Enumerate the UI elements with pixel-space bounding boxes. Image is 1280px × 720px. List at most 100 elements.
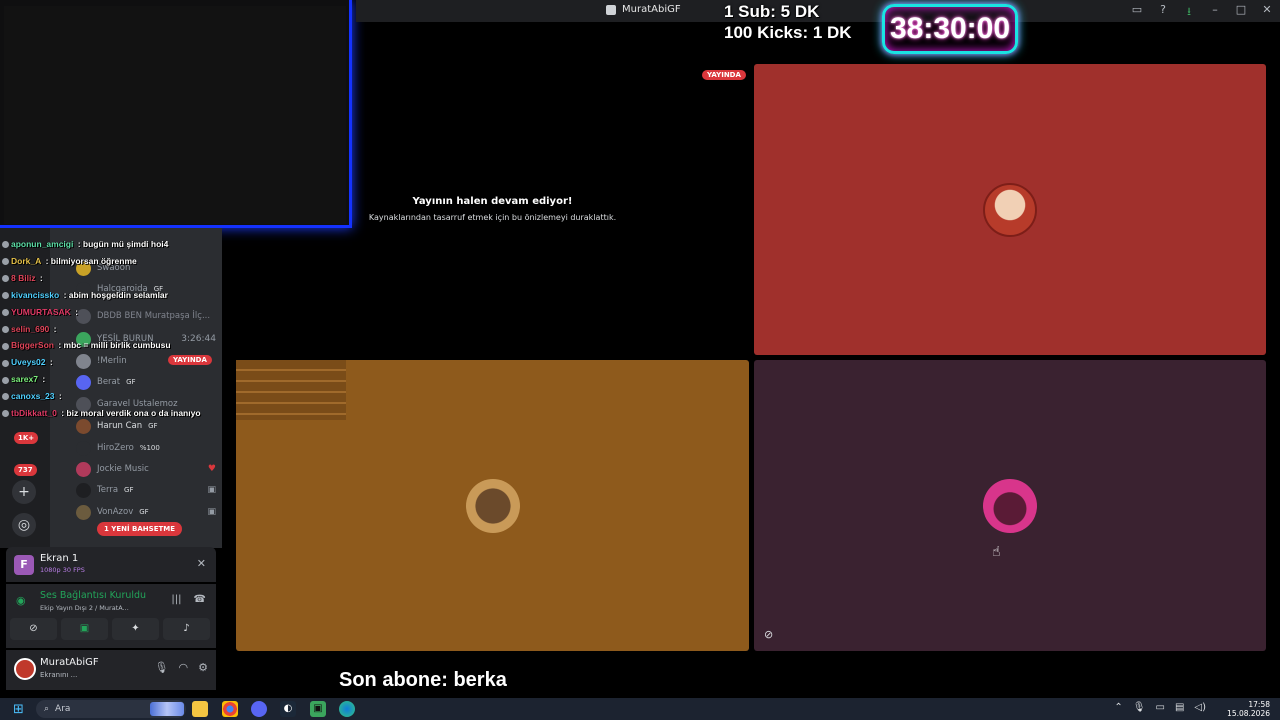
chat-message: Uveys02 : [2, 354, 227, 371]
chat-text: bilmiyorsan öğrenme [50, 255, 137, 266]
soundboard-button[interactable]: ♪ [163, 618, 210, 640]
avatar [76, 504, 91, 520]
chat-message: YUMURTASAK : [2, 304, 227, 321]
stream-panel: F Ekran 1 1080p 30 FPS ✕ [6, 547, 216, 582]
chat-message: kivancissko : abim hoşgeldin selamlar [2, 287, 227, 304]
avatar [76, 440, 91, 456]
chat-message: canoxs_23 : [2, 388, 227, 405]
chat-text: mbc = milli birlik cumbusu [63, 340, 171, 351]
member-tag: GF [139, 508, 149, 516]
chat-separator: : [56, 391, 62, 402]
chat-username: selin_690 [11, 323, 50, 334]
user-name: MuratAbiGF [40, 657, 99, 668]
screen: MuratAbiGF ▭ ? ⭳ – □ ✕ 1 Sub: 5 DK 100 K… [0, 0, 1280, 720]
activities-button[interactable]: ✦ [112, 618, 159, 640]
microphone-icon[interactable]: 🎙 [155, 661, 169, 674]
stream-title: Ekran 1 [40, 553, 79, 564]
user-panel: MuratAbiGF Ekranını ... 🎙 ◠ ⚙ [6, 650, 216, 690]
voice-channel[interactable]: Ekip Yayın Dışı 2 / MuratA... [40, 604, 129, 612]
paused-stream-tile[interactable]: Yayının halen devam ediyor! Kaynaklarınd… [236, 64, 749, 354]
avatar [466, 479, 520, 533]
chat-separator: : [61, 289, 69, 300]
platform-icon [2, 275, 9, 283]
member-tag: GF [124, 486, 134, 494]
disconnect-icon[interactable]: ☎ [194, 594, 206, 605]
discord-icon [606, 4, 616, 15]
platform-icon [2, 308, 9, 316]
avatar[interactable] [14, 658, 36, 680]
avatar [983, 479, 1037, 533]
screen-icon: F [14, 555, 34, 575]
member-name: VonAzov [97, 507, 134, 517]
chat-username: kivancissko [11, 289, 60, 300]
chat-message: tbDikkatt_0 : biz moral verdik ona o da … [2, 405, 227, 422]
member-name: Harun Can [97, 421, 143, 431]
steam-icon[interactable]: ◐ [280, 701, 296, 717]
window-controls: ▭ ? ⭳ – □ ✕ [1130, 3, 1274, 22]
clock-date: 15.08.2026 [1227, 709, 1270, 718]
avatar [983, 183, 1037, 237]
chat-separator: : [39, 374, 46, 385]
voice-controls: ||| ☎ [171, 594, 206, 605]
stop-stream-icon[interactable]: ✕ [197, 557, 206, 570]
window-title-text: MuratAbiGF [622, 4, 681, 15]
chat-username: sarex7 [11, 374, 38, 385]
screen-share-button[interactable]: ▣ [61, 618, 108, 640]
user-status: Ekranını ... [40, 671, 78, 679]
discord-icon[interactable] [251, 701, 267, 717]
maximize-button[interactable]: □ [1234, 3, 1248, 22]
subathon-rules: 1 Sub: 5 DK 100 Kicks: 1 DK [724, 1, 852, 43]
inbox-icon[interactable]: ▭ [1130, 3, 1144, 22]
obs-icon[interactable]: ▣ [310, 701, 326, 717]
platform-icon [2, 410, 9, 418]
display-icon[interactable]: ▭ [1156, 702, 1165, 713]
help-icon[interactable]: ? [1156, 3, 1170, 22]
participant-tile[interactable] [754, 64, 1266, 355]
minimize-button[interactable]: – [1208, 3, 1222, 22]
chat-username: BiggerSon [11, 340, 54, 351]
taskbar: ⊞ ⌕ Ara ◐ ▣ ⌃ 🎙 ▭ ▤ ◁) 17:58 15.08.2026 [0, 698, 1280, 720]
add-server-icon[interactable]: + [12, 480, 36, 504]
platform-icon [2, 291, 9, 299]
chat-username: canoxs_23 [11, 391, 55, 402]
windows-start-icon[interactable]: ⊞ [13, 702, 24, 717]
platform-icon [2, 359, 9, 367]
file-explorer-icon[interactable] [192, 701, 208, 717]
clock[interactable]: 17:58 15.08.2026 [1227, 700, 1270, 718]
platform-icon [2, 258, 9, 266]
headphones-icon[interactable]: ◠ [179, 661, 189, 674]
stream-chat-overlay: aponun_amcigi : bugün mü şimdi hoi4 Dork_… [2, 236, 227, 422]
chat-message: selin_690 : [2, 321, 227, 338]
camera-off-button[interactable]: ⊘ [10, 618, 57, 640]
deafened-icon: ⊘ [764, 628, 774, 641]
clock-time: 17:58 [1248, 700, 1270, 709]
volume-icon[interactable]: ◁) [1194, 702, 1206, 713]
gear-icon[interactable]: ⚙ [198, 661, 208, 674]
voice-panel: ◉ Ses Bağlantısı Kuruldu Ekip Yayın Dışı… [6, 584, 216, 648]
chevron-up-icon[interactable]: ⌃ [1114, 702, 1122, 713]
hand-cursor-icon: ☝ [992, 544, 1001, 560]
platform-icon [2, 342, 9, 350]
system-tray: ⌃ 🎙 ▭ ▤ ◁) [1114, 702, 1206, 713]
noise-suppression-icon[interactable]: ||| [171, 594, 181, 605]
chat-separator: : [51, 323, 57, 334]
edge-icon[interactable] [339, 701, 355, 717]
list-item[interactable]: HiroZero %100 [76, 438, 216, 458]
chat-message: BiggerSon : mbc = milli birlik cumbusu [2, 337, 227, 354]
chat-text: bugün mü şimdi hoi4 [82, 239, 169, 249]
download-icon[interactable]: ⭳ [1182, 3, 1196, 22]
participant-tile[interactable] [236, 360, 749, 651]
new-mention-button[interactable]: 1 YENİ BAHSETME [97, 522, 183, 536]
list-item[interactable]: VonAzov GF ▣ [76, 502, 216, 522]
chrome-icon[interactable] [222, 701, 238, 717]
participant-tile[interactable]: ⊘ [754, 360, 1266, 651]
microphone-icon[interactable]: 🎙 [1133, 702, 1146, 713]
search-input[interactable]: ⌕ Ara [36, 700, 186, 718]
list-item[interactable]: Jockie Music ♥ [76, 459, 216, 479]
close-button[interactable]: ✕ [1260, 3, 1274, 22]
chat-text: biz moral verdik ona o da inanıyo [66, 408, 201, 419]
list-item[interactable]: Terra GF ▣ [76, 480, 216, 500]
network-icon[interactable]: ▤ [1175, 702, 1184, 713]
explore-icon[interactable]: ◎ [12, 513, 36, 537]
stream-quality: 1080p 30 FPS [40, 566, 85, 574]
